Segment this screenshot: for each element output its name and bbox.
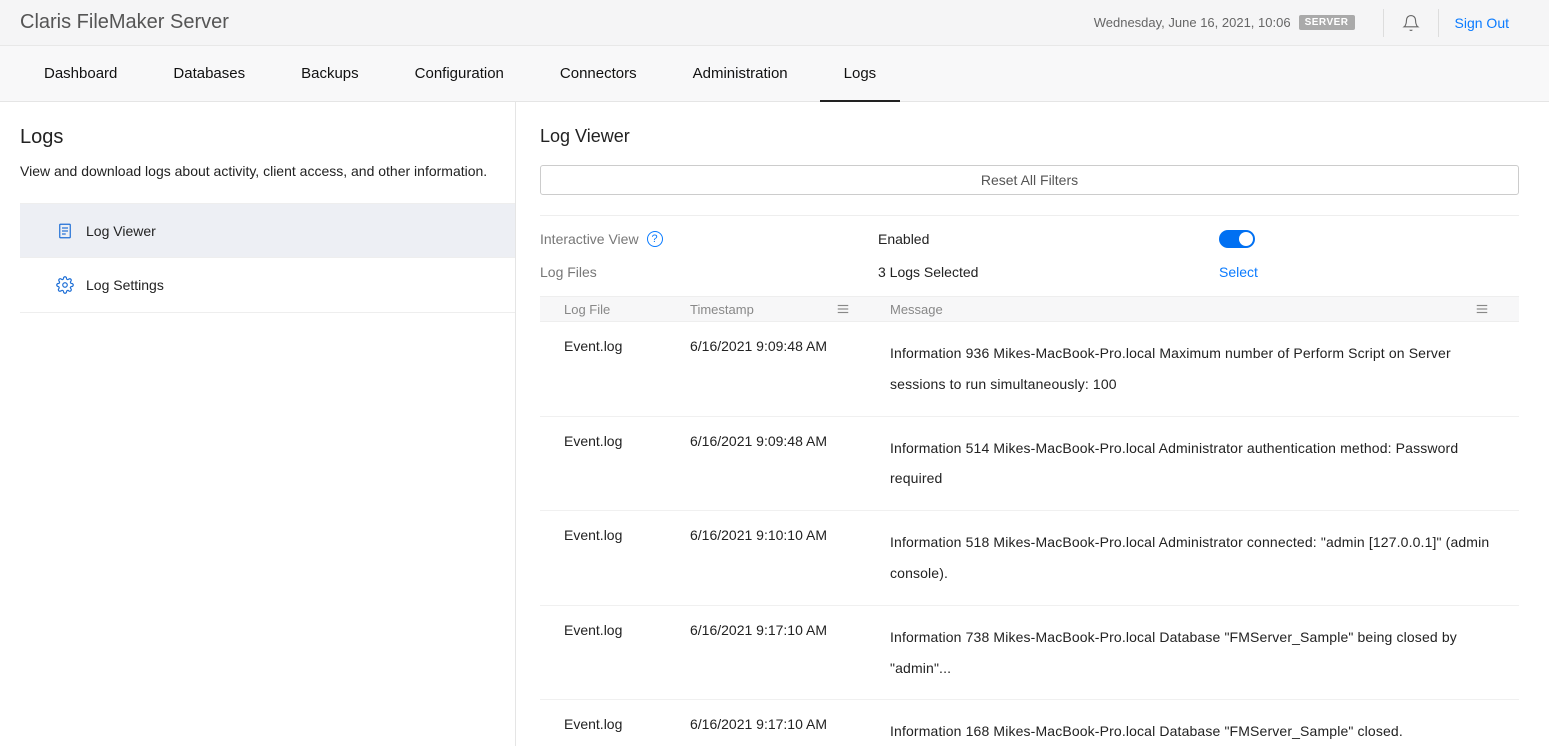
nav-tab-databases[interactable]: Databases <box>149 46 269 101</box>
table-row[interactable]: Event.log6/16/2021 9:09:48 AMInformation… <box>540 322 1519 417</box>
sidebar-item-label: Log Viewer <box>86 223 156 239</box>
log-files-label: Log Files <box>540 264 597 280</box>
table-row[interactable]: Event.log6/16/2021 9:17:10 AMInformation… <box>540 606 1519 701</box>
nav-tab-backups[interactable]: Backups <box>277 46 383 101</box>
help-icon[interactable]: ? <box>647 231 663 247</box>
cell-log-file: Event.log <box>540 433 690 495</box>
sidebar-item-log-viewer[interactable]: Log Viewer <box>20 203 515 258</box>
interactive-view-label: Interactive View <box>540 231 639 247</box>
column-timestamp[interactable]: Timestamp <box>690 302 754 317</box>
sidebar-item-log-settings[interactable]: Log Settings <box>20 258 515 313</box>
cell-timestamp: 6/16/2021 9:17:10 AM <box>690 716 890 746</box>
hamburger-icon[interactable] <box>1475 302 1489 317</box>
nav-tab-logs[interactable]: Logs <box>820 46 901 101</box>
sidebar-item-label: Log Settings <box>86 277 164 293</box>
cell-log-file: Event.log <box>540 716 690 746</box>
table-header: Log File Timestamp Message <box>540 296 1519 322</box>
cell-message: Information 738 Mikes-MacBook-Pro.local … <box>890 622 1519 684</box>
cell-timestamp: 6/16/2021 9:10:10 AM <box>690 527 890 589</box>
nav-tab-dashboard[interactable]: Dashboard <box>20 46 141 101</box>
nav-tabs: DashboardDatabasesBackupsConfigurationCo… <box>0 46 1549 102</box>
doc-icon <box>56 222 74 240</box>
table-row[interactable]: Event.log6/16/2021 9:09:48 AMInformation… <box>540 417 1519 512</box>
reset-filters-button[interactable]: Reset All Filters <box>540 165 1519 195</box>
log-viewer-panel: Log Viewer Reset All Filters Interactive… <box>516 102 1549 746</box>
column-message[interactable]: Message <box>890 302 943 317</box>
table-row[interactable]: Event.log6/16/2021 9:17:10 AMInformation… <box>540 700 1519 746</box>
server-badge: SERVER <box>1299 15 1355 30</box>
cell-message: Information 518 Mikes-MacBook-Pro.local … <box>890 527 1519 589</box>
cell-timestamp: 6/16/2021 9:09:48 AM <box>690 433 890 495</box>
divider <box>1383 9 1384 37</box>
select-logs-link[interactable]: Select <box>1219 264 1258 280</box>
sidebar: Logs View and download logs about activi… <box>0 102 516 746</box>
nav-tab-administration[interactable]: Administration <box>669 46 812 101</box>
cell-log-file: Event.log <box>540 527 690 589</box>
log-table: Log File Timestamp Message Event.log6/16… <box>540 296 1519 746</box>
nav-tab-connectors[interactable]: Connectors <box>536 46 661 101</box>
app-title: Claris FileMaker Server <box>20 11 229 34</box>
column-log-file[interactable]: Log File <box>540 302 690 317</box>
datetime: Wednesday, June 16, 2021, 10:06 <box>1094 15 1291 30</box>
cell-message: Information 514 Mikes-MacBook-Pro.local … <box>890 433 1519 495</box>
page-description: View and download logs about activity, c… <box>0 163 515 203</box>
gear-icon <box>56 276 74 294</box>
divider <box>540 215 1519 216</box>
cell-timestamp: 6/16/2021 9:17:10 AM <box>690 622 890 684</box>
cell-timestamp: 6/16/2021 9:09:48 AM <box>690 338 890 400</box>
bell-icon[interactable] <box>1402 14 1420 32</box>
page-heading: Logs <box>0 126 515 163</box>
interactive-view-toggle[interactable] <box>1219 230 1255 248</box>
divider <box>1438 9 1439 37</box>
sign-out-link[interactable]: Sign Out <box>1455 15 1509 31</box>
cell-message: Information 168 Mikes-MacBook-Pro.local … <box>890 716 1519 746</box>
table-row[interactable]: Event.log6/16/2021 9:10:10 AMInformation… <box>540 511 1519 606</box>
hamburger-icon[interactable] <box>836 302 850 317</box>
cell-log-file: Event.log <box>540 338 690 400</box>
nav-tab-configuration[interactable]: Configuration <box>391 46 528 101</box>
interactive-view-value: Enabled <box>878 231 1219 247</box>
top-bar: Claris FileMaker Server Wednesday, June … <box>0 0 1549 46</box>
panel-title: Log Viewer <box>540 126 1519 147</box>
cell-log-file: Event.log <box>540 622 690 684</box>
cell-message: Information 936 Mikes-MacBook-Pro.local … <box>890 338 1519 400</box>
log-files-value: 3 Logs Selected <box>878 264 1219 280</box>
